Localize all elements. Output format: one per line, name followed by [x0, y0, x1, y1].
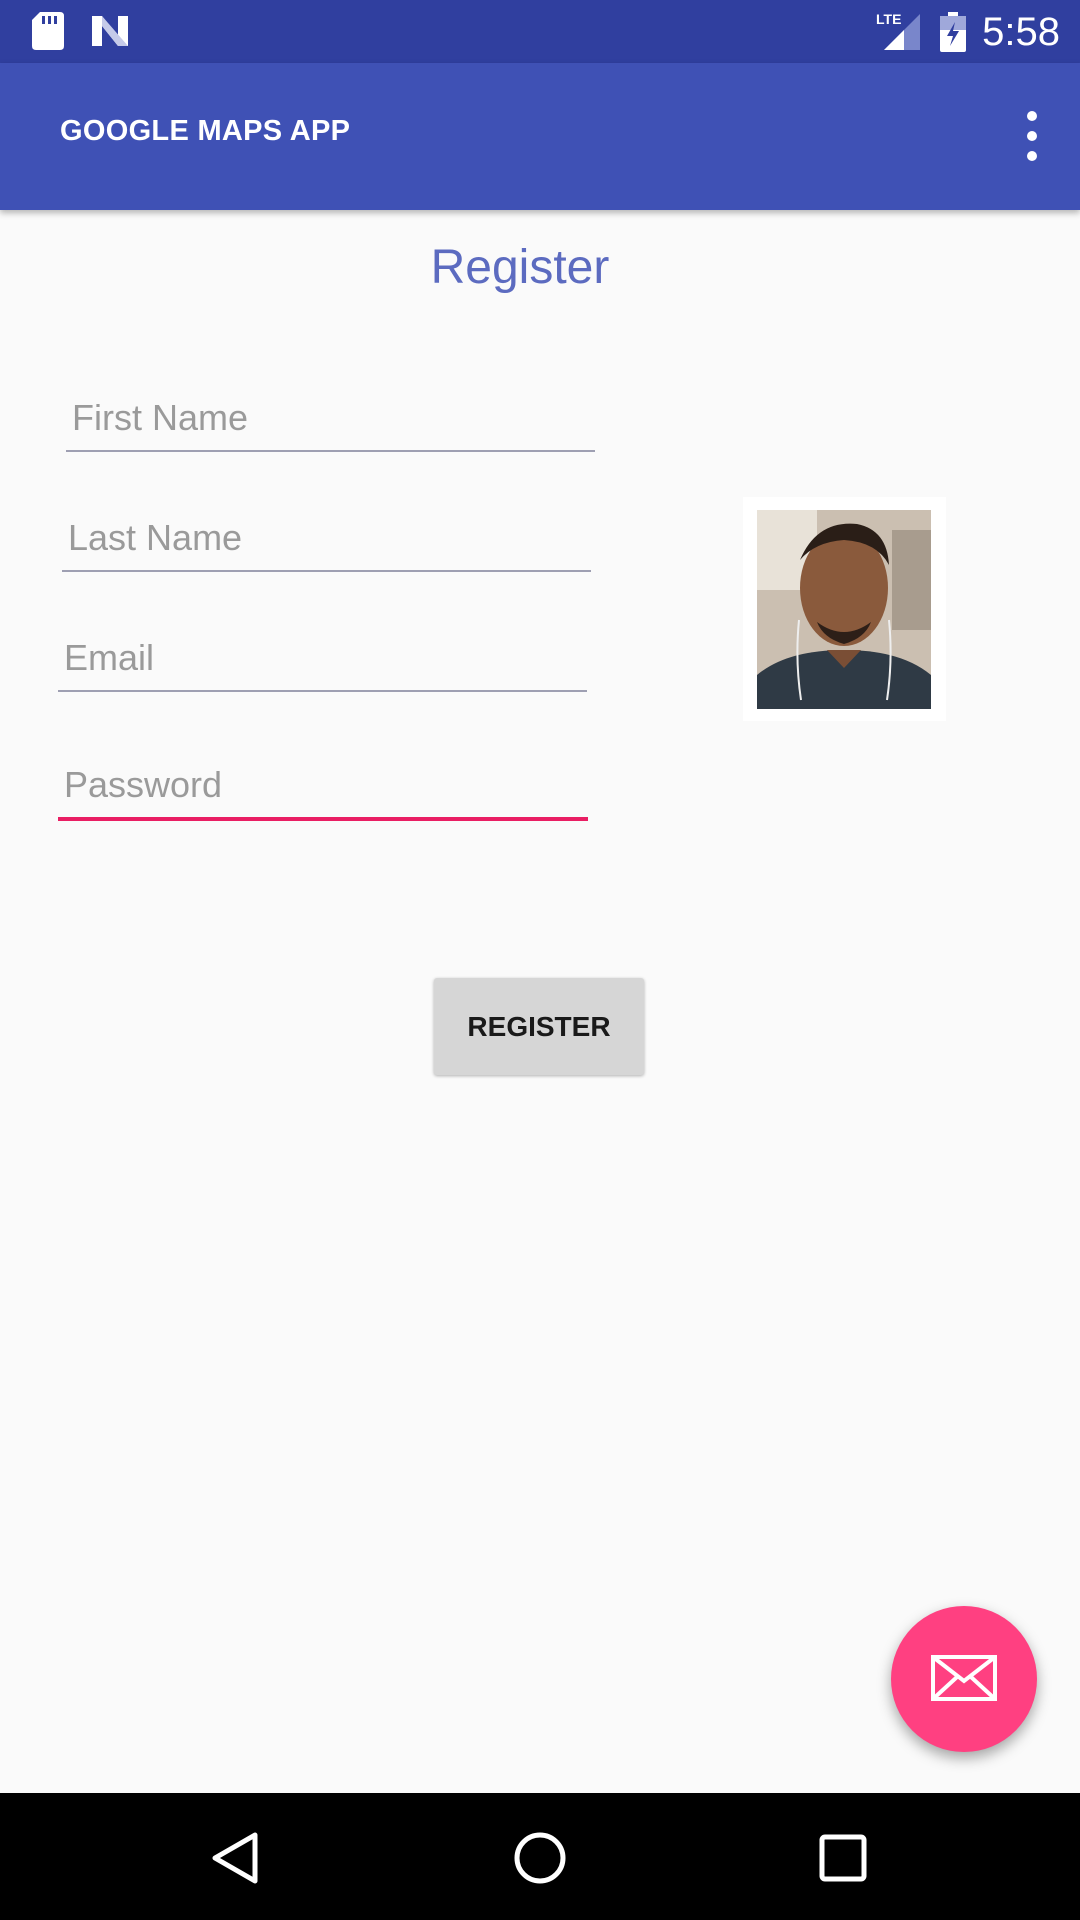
- network-label: LTE: [876, 12, 901, 27]
- menu-dot: [1027, 111, 1037, 121]
- navigation-bar: [0, 1793, 1080, 1920]
- home-icon[interactable]: [505, 1823, 575, 1893]
- email-field[interactable]: [58, 632, 587, 692]
- mail-icon: [931, 1654, 997, 1704]
- menu-dot: [1027, 131, 1037, 141]
- register-button[interactable]: REGISTER: [434, 978, 644, 1075]
- more-vert-icon[interactable]: [1020, 111, 1044, 161]
- sd-card-icon: [32, 12, 64, 55]
- n-logo-icon: [90, 14, 130, 53]
- password-field[interactable]: [58, 759, 588, 821]
- clock: 5:58: [982, 10, 1060, 54]
- app-bar: GOOGLE MAPS APP: [0, 63, 1080, 210]
- profile-photo-image: [757, 510, 931, 709]
- recents-icon[interactable]: [808, 1823, 878, 1893]
- last-name-field[interactable]: [62, 512, 591, 572]
- app-title: GOOGLE MAPS APP: [60, 115, 351, 147]
- status-bar: LTE 5:58: [0, 0, 1080, 63]
- page-title: Register: [430, 241, 610, 294]
- signal-icon: LTE: [876, 11, 922, 57]
- back-icon[interactable]: [200, 1823, 270, 1893]
- first-name-field[interactable]: [66, 392, 595, 452]
- menu-dot: [1027, 151, 1037, 161]
- mail-fab-button[interactable]: [891, 1606, 1037, 1752]
- battery-charging-icon: [940, 12, 966, 57]
- profile-photo[interactable]: [743, 497, 946, 721]
